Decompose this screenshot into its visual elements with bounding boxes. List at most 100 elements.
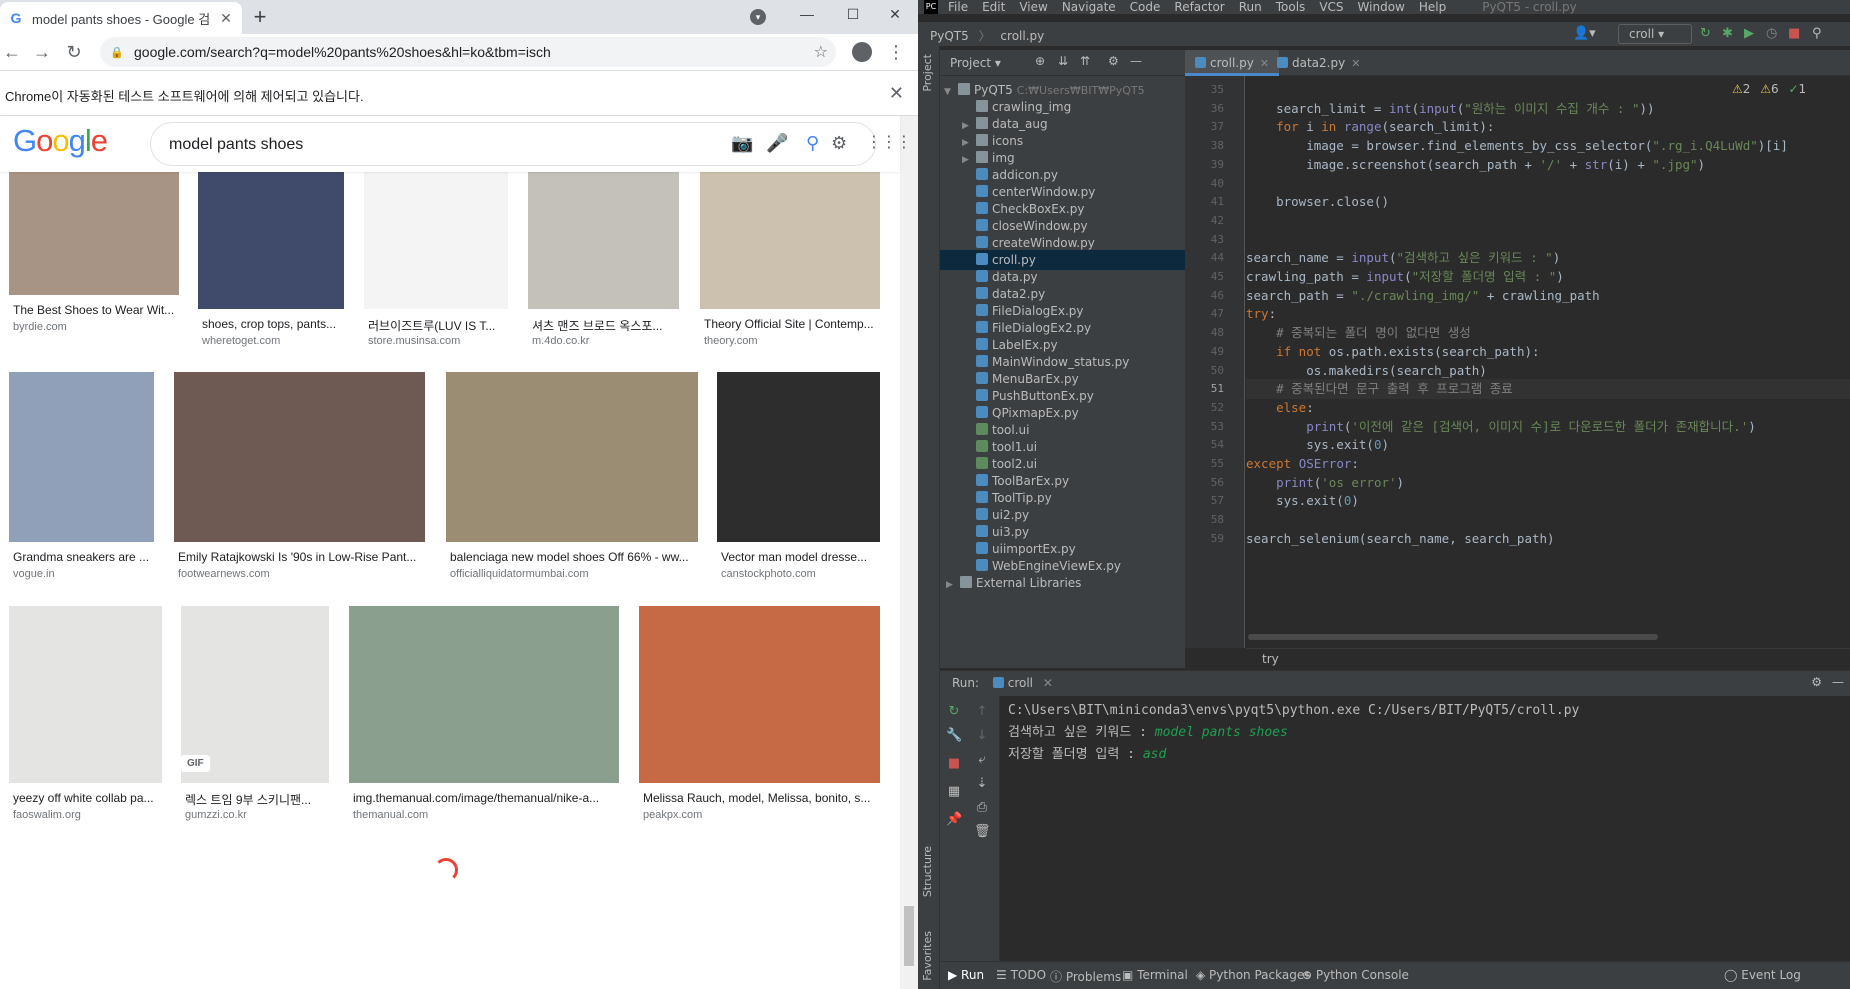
scrollbar-thumb[interactable] [904, 906, 914, 966]
inspection-widget[interactable]: ⚠2 ⚠6 ✓1 [1732, 82, 1806, 96]
locate-icon[interactable]: ⊕ [1035, 54, 1045, 68]
result-title[interactable]: shoes, crop tops, pants... [202, 317, 344, 331]
trash-icon[interactable]: 🗑 [974, 824, 991, 840]
code-line[interactable]: sys.exit(0) [1246, 491, 1850, 511]
result-title[interactable]: The Best Shoes to Wear Wit... [13, 303, 179, 317]
result-title[interactable]: Emily Ratajkowski Is '90s in Low-Rise Pa… [178, 550, 425, 564]
code-line[interactable]: print('os error') [1246, 473, 1850, 493]
google-logo[interactable]: Google [13, 123, 108, 159]
tool-tab-problems[interactable]: ⓘ Problems [1050, 968, 1121, 985]
tab-close-icon[interactable]: ✕ [218, 10, 234, 27]
code-line[interactable]: if not os.path.exists(search_path): [1246, 342, 1850, 362]
run-console[interactable]: C:\Users\BIT\miniconda3\envs\pyqt5\pytho… [1000, 696, 1850, 961]
code-line[interactable] [1246, 174, 1850, 194]
menu-edit[interactable]: Edit [982, 0, 1005, 14]
result-title[interactable]: img.themanual.com/image/themanual/nike-a… [353, 791, 619, 805]
result-image[interactable] [528, 172, 679, 309]
browser-tab[interactable]: G model pants shoes - Google 검 ✕ [0, 2, 242, 34]
result-image[interactable] [700, 172, 880, 309]
profile-icon[interactable]: ◷ [1766, 26, 1777, 41]
tool-tab-python-packages[interactable]: ◈ Python Packages [1196, 968, 1310, 982]
editor-tab-close-icon[interactable]: ✕ [1351, 57, 1360, 70]
code-line[interactable]: # 중복된다면 문구 출력 후 프로그램 종료 [1246, 379, 1850, 400]
result-image[interactable] [717, 372, 880, 542]
infobar-close-icon[interactable]: ✕ [889, 83, 904, 104]
tool-tab-run[interactable]: ▶ Run [948, 968, 984, 982]
menu-run[interactable]: Run [1239, 0, 1262, 14]
run-tab[interactable]: croll [1008, 676, 1033, 690]
code-line[interactable]: image = browser.find_elements_by_css_sel… [1246, 136, 1850, 156]
result-title[interactable]: yeezy off white collab pa... [13, 791, 162, 805]
code-line[interactable] [1246, 211, 1850, 231]
pin-icon[interactable]: 📌 [946, 812, 962, 828]
result-image[interactable] [9, 372, 154, 542]
menu-window[interactable]: Window [1358, 0, 1405, 14]
code-line[interactable]: sys.exit(0) [1246, 435, 1850, 455]
result-image[interactable] [639, 606, 880, 783]
nav-file[interactable]: croll.py [1000, 29, 1044, 43]
result-site[interactable]: store.musinsa.com [368, 335, 460, 347]
code-line[interactable]: search_name = input("검색하고 싶은 키워드 : ") [1246, 248, 1850, 268]
code-line[interactable]: os.makedirs(search_path) [1246, 361, 1850, 381]
menu-refactor[interactable]: Refactor [1174, 0, 1224, 14]
result-site[interactable]: m.4do.co.kr [532, 335, 589, 347]
structure-tool-tab[interactable]: Structure [921, 846, 934, 897]
bookmark-star-icon[interactable]: ☆ [814, 42, 828, 62]
result-site[interactable]: gumzzi.co.kr [185, 809, 247, 821]
scroll-down-icon[interactable]: ↓ [974, 728, 990, 744]
minimize-icon[interactable]: — [784, 0, 830, 30]
wrench-icon[interactable]: 🔧 [946, 728, 962, 744]
code-line[interactable]: search_selenium(search_name, search_path… [1246, 529, 1850, 549]
search-everywhere-icon[interactable]: ⚲ [1812, 26, 1822, 41]
code-line[interactable] [1246, 510, 1850, 530]
result-title[interactable]: Grandma sneakers are ... [13, 550, 154, 564]
code-line[interactable]: search_limit = int(input("원하는 이미지 수집 개수 … [1246, 99, 1850, 119]
profile-avatar-icon[interactable] [852, 42, 872, 62]
menu-file[interactable]: File [948, 0, 968, 14]
favorites-tool-tab[interactable]: Favorites [921, 931, 934, 981]
result-title[interactable]: Vector man model dresse... [721, 550, 880, 564]
result-title[interactable]: Theory Official Site | Contemp... [704, 317, 880, 331]
result-site[interactable]: officialliquidatormumbai.com [450, 568, 589, 580]
result-title[interactable]: Melissa Rauch, model, Melissa, bonito, s… [643, 791, 880, 805]
code-line[interactable]: print('이전에 같은 [검색어, 이미지 수]로 다운로드한 폴더가 존재… [1246, 417, 1850, 437]
menu-code[interactable]: Code [1130, 0, 1161, 14]
code-line[interactable]: browser.close() [1246, 192, 1850, 212]
search-icon[interactable]: ⚲ [806, 133, 819, 154]
expand-all-icon[interactable]: ⇊ [1058, 54, 1068, 68]
code-breadcrumb[interactable]: try [1246, 648, 1850, 670]
code-line[interactable]: try: [1246, 304, 1850, 324]
settings-gear-icon[interactable]: ⚙ [831, 133, 847, 154]
menu-vcs[interactable]: VCS [1319, 0, 1343, 14]
result-site[interactable]: vogue.in [13, 568, 55, 580]
maximize-icon[interactable]: ☐ [830, 0, 876, 30]
result-site[interactable]: canstockphoto.com [721, 568, 816, 580]
code-line[interactable]: else: [1246, 398, 1850, 418]
microphone-icon[interactable]: 🎤 [766, 133, 788, 154]
menu-tools[interactable]: Tools [1276, 0, 1306, 14]
code-line[interactable]: crawling_path = input("저장할 폴더명 입력 : ") [1246, 267, 1850, 287]
scroll-up-icon[interactable]: ↑ [974, 704, 990, 720]
print-icon[interactable]: ⎙ [974, 800, 990, 816]
stop-icon[interactable]: ■ [1788, 26, 1800, 41]
result-site[interactable]: wheretoget.com [202, 335, 280, 347]
tab-search-icon[interactable]: ▾ [750, 9, 766, 25]
result-title[interactable]: 러브이즈트루(LUV IS T... [368, 317, 508, 334]
result-image[interactable] [198, 172, 344, 309]
menu-view[interactable]: View [1019, 0, 1047, 14]
scroll-to-end-icon[interactable]: ⇣ [974, 776, 990, 792]
camera-icon[interactable]: 📷 [731, 133, 753, 154]
rerun-icon[interactable]: ↻ [946, 704, 962, 720]
result-site[interactable]: peakpx.com [643, 809, 702, 821]
tool-tab-todo[interactable]: ☰ TODO [996, 968, 1046, 982]
result-image[interactable] [446, 372, 698, 542]
reload-icon[interactable]: ↻ [62, 40, 86, 64]
result-image[interactable] [9, 172, 179, 295]
tool-tab-python-console[interactable]: ⊕ Python Console [1302, 968, 1409, 982]
result-image[interactable] [349, 606, 619, 783]
collapse-all-icon[interactable]: ⇈ [1080, 54, 1090, 68]
run-tab-close-icon[interactable]: ✕ [1043, 676, 1053, 690]
search-input[interactable]: model pants shoes 📷 🎤 ⚲ ⚙ [150, 122, 876, 166]
editor-tab[interactable]: data2.py ✕ [1267, 50, 1370, 76]
result-site[interactable]: byrdie.com [13, 321, 67, 333]
